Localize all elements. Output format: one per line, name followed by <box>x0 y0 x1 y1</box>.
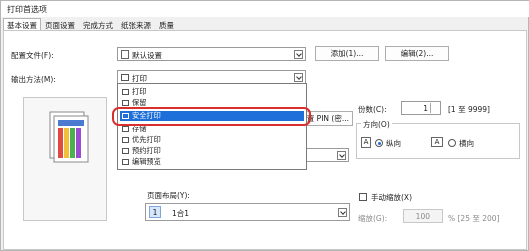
profile-icon <box>121 50 129 59</box>
portrait-icon: A <box>361 137 371 148</box>
print-icon <box>122 89 129 95</box>
spinner-arrows-icon[interactable] <box>430 103 439 113</box>
hold-icon <box>122 100 129 106</box>
option-label: 打印 <box>132 87 147 96</box>
copies-label: 份数(C): <box>358 105 387 114</box>
print-preferences-dialog: 打印首选项 基本设置 页面设置 完成方式 纸张来源 质量 配置文件(F): 默认… <box>0 0 529 251</box>
option-label: 预约打印 <box>132 146 161 155</box>
page-layout-number: 1 <box>149 206 161 218</box>
schedule-icon <box>122 148 129 154</box>
profile-label: 配置文件(F): <box>11 51 54 60</box>
window-title: 打印首选项 <box>7 5 47 14</box>
copies-range: [1 至 9999] <box>448 105 490 114</box>
option-priority-print[interactable]: 优先打印 <box>120 135 304 145</box>
portrait-label: 纵向 <box>386 139 401 148</box>
page-preview <box>23 97 107 221</box>
scaling-value: 100 <box>415 212 430 221</box>
landscape-icon: A <box>431 137 443 147</box>
chevron-down-icon <box>294 73 303 82</box>
scaling-input[interactable]: 100 <box>403 209 443 223</box>
manual-scaling-label: 手动缩放(X) <box>371 193 412 202</box>
priority-icon <box>122 137 129 143</box>
chevron-down-icon <box>338 208 347 217</box>
option-label: 保留 <box>132 98 147 107</box>
option-label: 编辑预览 <box>132 157 161 166</box>
page-layout-value: 1合1 <box>172 209 190 218</box>
landscape-label: 横向 <box>459 139 474 148</box>
output-method-label: 输出方法(M): <box>11 75 56 84</box>
profile-value: 默认设置 <box>132 51 162 60</box>
copies-value: 1 <box>423 104 428 113</box>
printer-icon <box>121 74 129 81</box>
option-label: 优先打印 <box>132 135 161 144</box>
output-method-dropdown: 打印 保留 安全打印 存储 优先打印 预约打印 编辑预览 <box>117 83 307 170</box>
copies-input[interactable]: 1 <box>401 101 441 115</box>
option-scheduled-print[interactable]: 预约打印 <box>120 146 304 156</box>
page-layout-select[interactable]: 1 1合1 <box>145 203 350 221</box>
preview-icon <box>122 159 129 165</box>
add-profile-button[interactable]: 添加(1)... <box>315 46 379 61</box>
document-preview-icon <box>49 111 89 163</box>
page-layout-label: 页面布局(Y): <box>147 191 190 200</box>
chevron-down-icon <box>294 50 303 59</box>
output-method-select[interactable]: 打印 <box>117 70 306 84</box>
chevron-down-icon <box>337 151 346 160</box>
selection-highlight-ring <box>112 107 311 126</box>
manual-scaling-checkbox[interactable] <box>359 193 367 201</box>
option-print[interactable]: 打印 <box>120 87 304 97</box>
portrait-radio[interactable] <box>375 139 383 147</box>
store-icon <box>122 126 129 132</box>
title-bar: 打印首选项 <box>1 1 529 17</box>
scaling-range: % [25 至 200] <box>448 214 500 223</box>
option-edit-preview[interactable]: 编辑预览 <box>120 157 304 167</box>
orientation-label: 方向(O) <box>361 119 392 130</box>
edit-profile-button[interactable]: 编辑(2)... <box>385 46 449 61</box>
profile-select[interactable]: 默认设置 <box>117 47 306 61</box>
landscape-radio[interactable] <box>448 139 456 147</box>
scaling-label: 缩放(G): <box>358 214 388 223</box>
